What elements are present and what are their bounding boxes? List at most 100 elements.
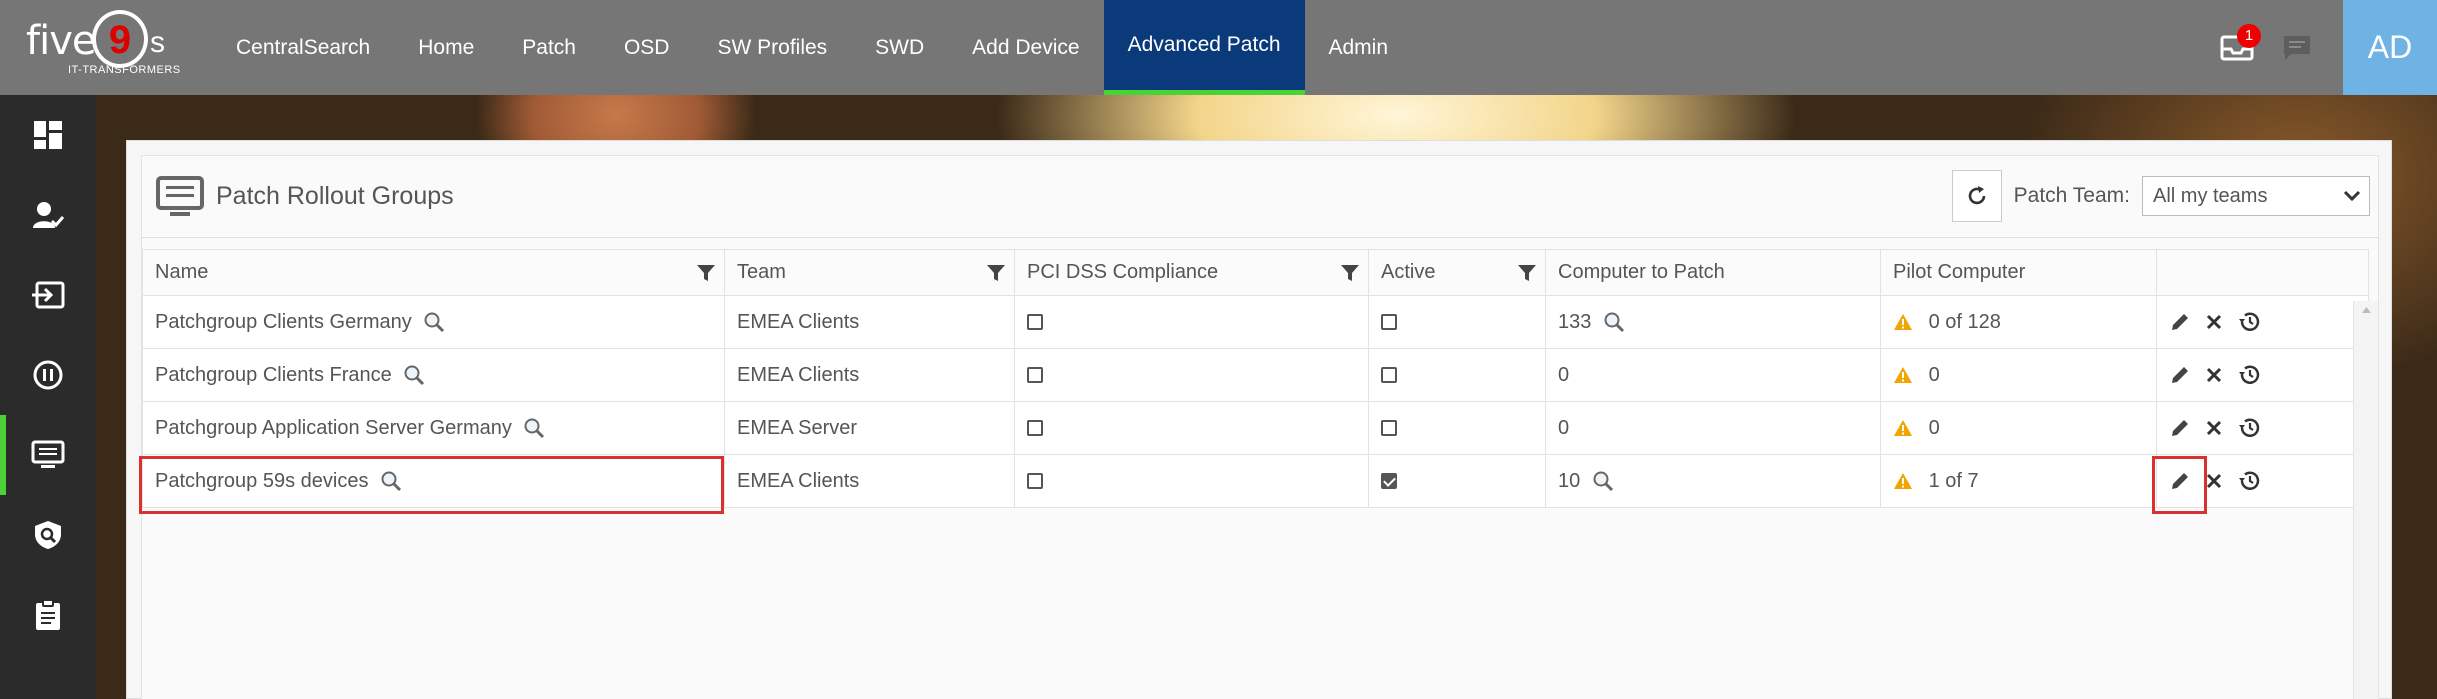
table-row[interactable]: Patchgroup Clients France EMEA Clients 0… — [142, 348, 2369, 402]
history-button[interactable] — [2237, 417, 2261, 439]
table-row[interactable]: Patchgroup Clients Germany EMEA Clients … — [142, 295, 2369, 349]
nav-add-device[interactable]: Add Device — [948, 0, 1103, 95]
patch-team-label: Patch Team: — [2013, 184, 2130, 207]
filter-icon[interactable] — [1340, 263, 1360, 283]
delete-button[interactable] — [2205, 366, 2223, 384]
edit-button[interactable] — [2169, 470, 2191, 492]
nav-centralsearch[interactable]: CentralSearch — [212, 0, 394, 95]
pencil-icon — [2172, 473, 2188, 489]
history-icon — [2239, 418, 2260, 437]
pci-checkbox[interactable] — [1027, 314, 1043, 331]
refresh-button[interactable] — [1951, 170, 2002, 222]
cell-computers: 133 — [1545, 295, 1881, 349]
cell-pilot: 1 of 7 — [1880, 454, 2157, 508]
active-checkbox[interactable] — [1381, 314, 1397, 331]
column-header-pilot-computer[interactable]: Pilot Computer — [1880, 249, 2157, 296]
cell-actions — [2156, 401, 2369, 455]
chat-icon — [2284, 35, 2310, 60]
cell-active — [1368, 295, 1546, 349]
delete-button[interactable] — [2205, 472, 2223, 490]
logo-nine: 9 — [92, 10, 148, 68]
search-icon[interactable] — [403, 364, 425, 386]
pencil-icon — [2172, 367, 2188, 383]
sidebar — [0, 95, 96, 699]
clipboard-icon — [36, 599, 60, 630]
search-icon[interactable] — [1592, 470, 1614, 492]
nav-advanced-patch[interactable]: Advanced Patch — [1103, 0, 1305, 95]
shield-search-icon — [35, 521, 61, 549]
filter-icon[interactable] — [696, 263, 716, 283]
pci-checkbox[interactable] — [1027, 473, 1043, 490]
notifications-button[interactable]: 1 — [2207, 18, 2267, 78]
search-icon[interactable] — [423, 311, 445, 333]
logo-s: s — [150, 26, 165, 59]
cell-active — [1368, 348, 1546, 402]
history-button[interactable] — [2237, 311, 2261, 333]
cell-name: Patchgroup Application Server Germany — [142, 401, 725, 455]
history-button[interactable] — [2237, 470, 2261, 492]
active-checkbox[interactable] — [1381, 367, 1397, 384]
chat-button[interactable] — [2267, 18, 2327, 78]
dashboard-icon — [34, 121, 62, 149]
scroll-up-icon[interactable] — [2354, 301, 2379, 319]
patch-team-selected: All my teams — [2153, 184, 2268, 207]
active-checkbox[interactable] — [1381, 473, 1397, 490]
nav-swd[interactable]: SWD — [851, 0, 948, 95]
search-icon[interactable] — [1603, 311, 1625, 333]
rollout-groups-table: Name Team PCI DSS Compliance Active Comp… — [142, 249, 2369, 508]
cell-name: Patchgroup 59s devices — [142, 454, 725, 508]
patch-team-select[interactable]: All my teams — [2142, 176, 2370, 216]
sidebar-item-pause[interactable] — [0, 335, 96, 415]
table-row[interactable]: Patchgroup 59s devices EMEA Clients 10 1… — [142, 454, 2369, 508]
history-button[interactable] — [2237, 364, 2261, 386]
edit-button[interactable] — [2169, 417, 2191, 439]
pci-checkbox[interactable] — [1027, 367, 1043, 384]
active-checkbox[interactable] — [1381, 420, 1397, 437]
table-row[interactable]: Patchgroup Application Server Germany EM… — [142, 401, 2369, 455]
search-icon[interactable] — [380, 470, 402, 492]
sidebar-item-user-approval[interactable] — [0, 175, 96, 255]
delete-button[interactable] — [2205, 419, 2223, 437]
cell-pci — [1014, 454, 1369, 508]
cell-computers: 0 — [1545, 348, 1881, 402]
card-header: Patch Rollout Groups Patch Team: All my … — [142, 156, 2378, 238]
filter-icon[interactable] — [986, 263, 1006, 283]
column-header-active[interactable]: Active — [1368, 249, 1546, 296]
column-header-pci[interactable]: PCI DSS Compliance — [1014, 249, 1369, 296]
sidebar-item-import[interactable] — [0, 255, 96, 335]
sidebar-item-security-search[interactable] — [0, 495, 96, 575]
history-icon — [2239, 365, 2260, 384]
sidebar-item-dashboard[interactable] — [0, 95, 96, 175]
sidebar-item-reports[interactable] — [0, 575, 96, 655]
warning-icon — [1894, 367, 1912, 384]
user-avatar[interactable]: AD — [2343, 0, 2437, 95]
edit-button[interactable] — [2169, 311, 2191, 333]
column-header-team[interactable]: Team — [724, 249, 1015, 296]
cell-active — [1368, 454, 1546, 508]
brand-logo[interactable]: five 9 s IT-TRANSFORMERS — [0, 0, 200, 95]
column-header-actions — [2156, 249, 2369, 296]
cell-actions — [2156, 295, 2369, 349]
pencil-icon — [2172, 420, 2188, 436]
nav-admin[interactable]: Admin — [1305, 0, 1413, 95]
chevron-down-icon — [2343, 190, 2361, 202]
column-header-name[interactable]: Name — [142, 249, 725, 296]
filter-icon[interactable] — [1517, 263, 1537, 283]
nav-osd[interactable]: OSD — [600, 0, 694, 95]
column-header-computer-to-patch[interactable]: Computer to Patch — [1545, 249, 1881, 296]
nav-home[interactable]: Home — [394, 0, 498, 95]
cell-pilot: 0 — [1880, 348, 2157, 402]
user-check-icon — [33, 202, 64, 228]
search-icon[interactable] — [523, 417, 545, 439]
delete-button[interactable] — [2205, 313, 2223, 331]
history-icon — [2239, 312, 2260, 331]
sidebar-item-rollout-groups[interactable] — [0, 415, 96, 495]
nav-patch[interactable]: Patch — [498, 0, 600, 95]
edit-button[interactable] — [2169, 364, 2191, 386]
monitor-list-icon — [156, 175, 204, 216]
nav-sw-profiles[interactable]: SW Profiles — [693, 0, 851, 95]
logo-word: five — [26, 18, 96, 64]
warning-icon — [1894, 473, 1912, 490]
pci-checkbox[interactable] — [1027, 420, 1043, 437]
table-scrollbar[interactable] — [2353, 301, 2378, 699]
